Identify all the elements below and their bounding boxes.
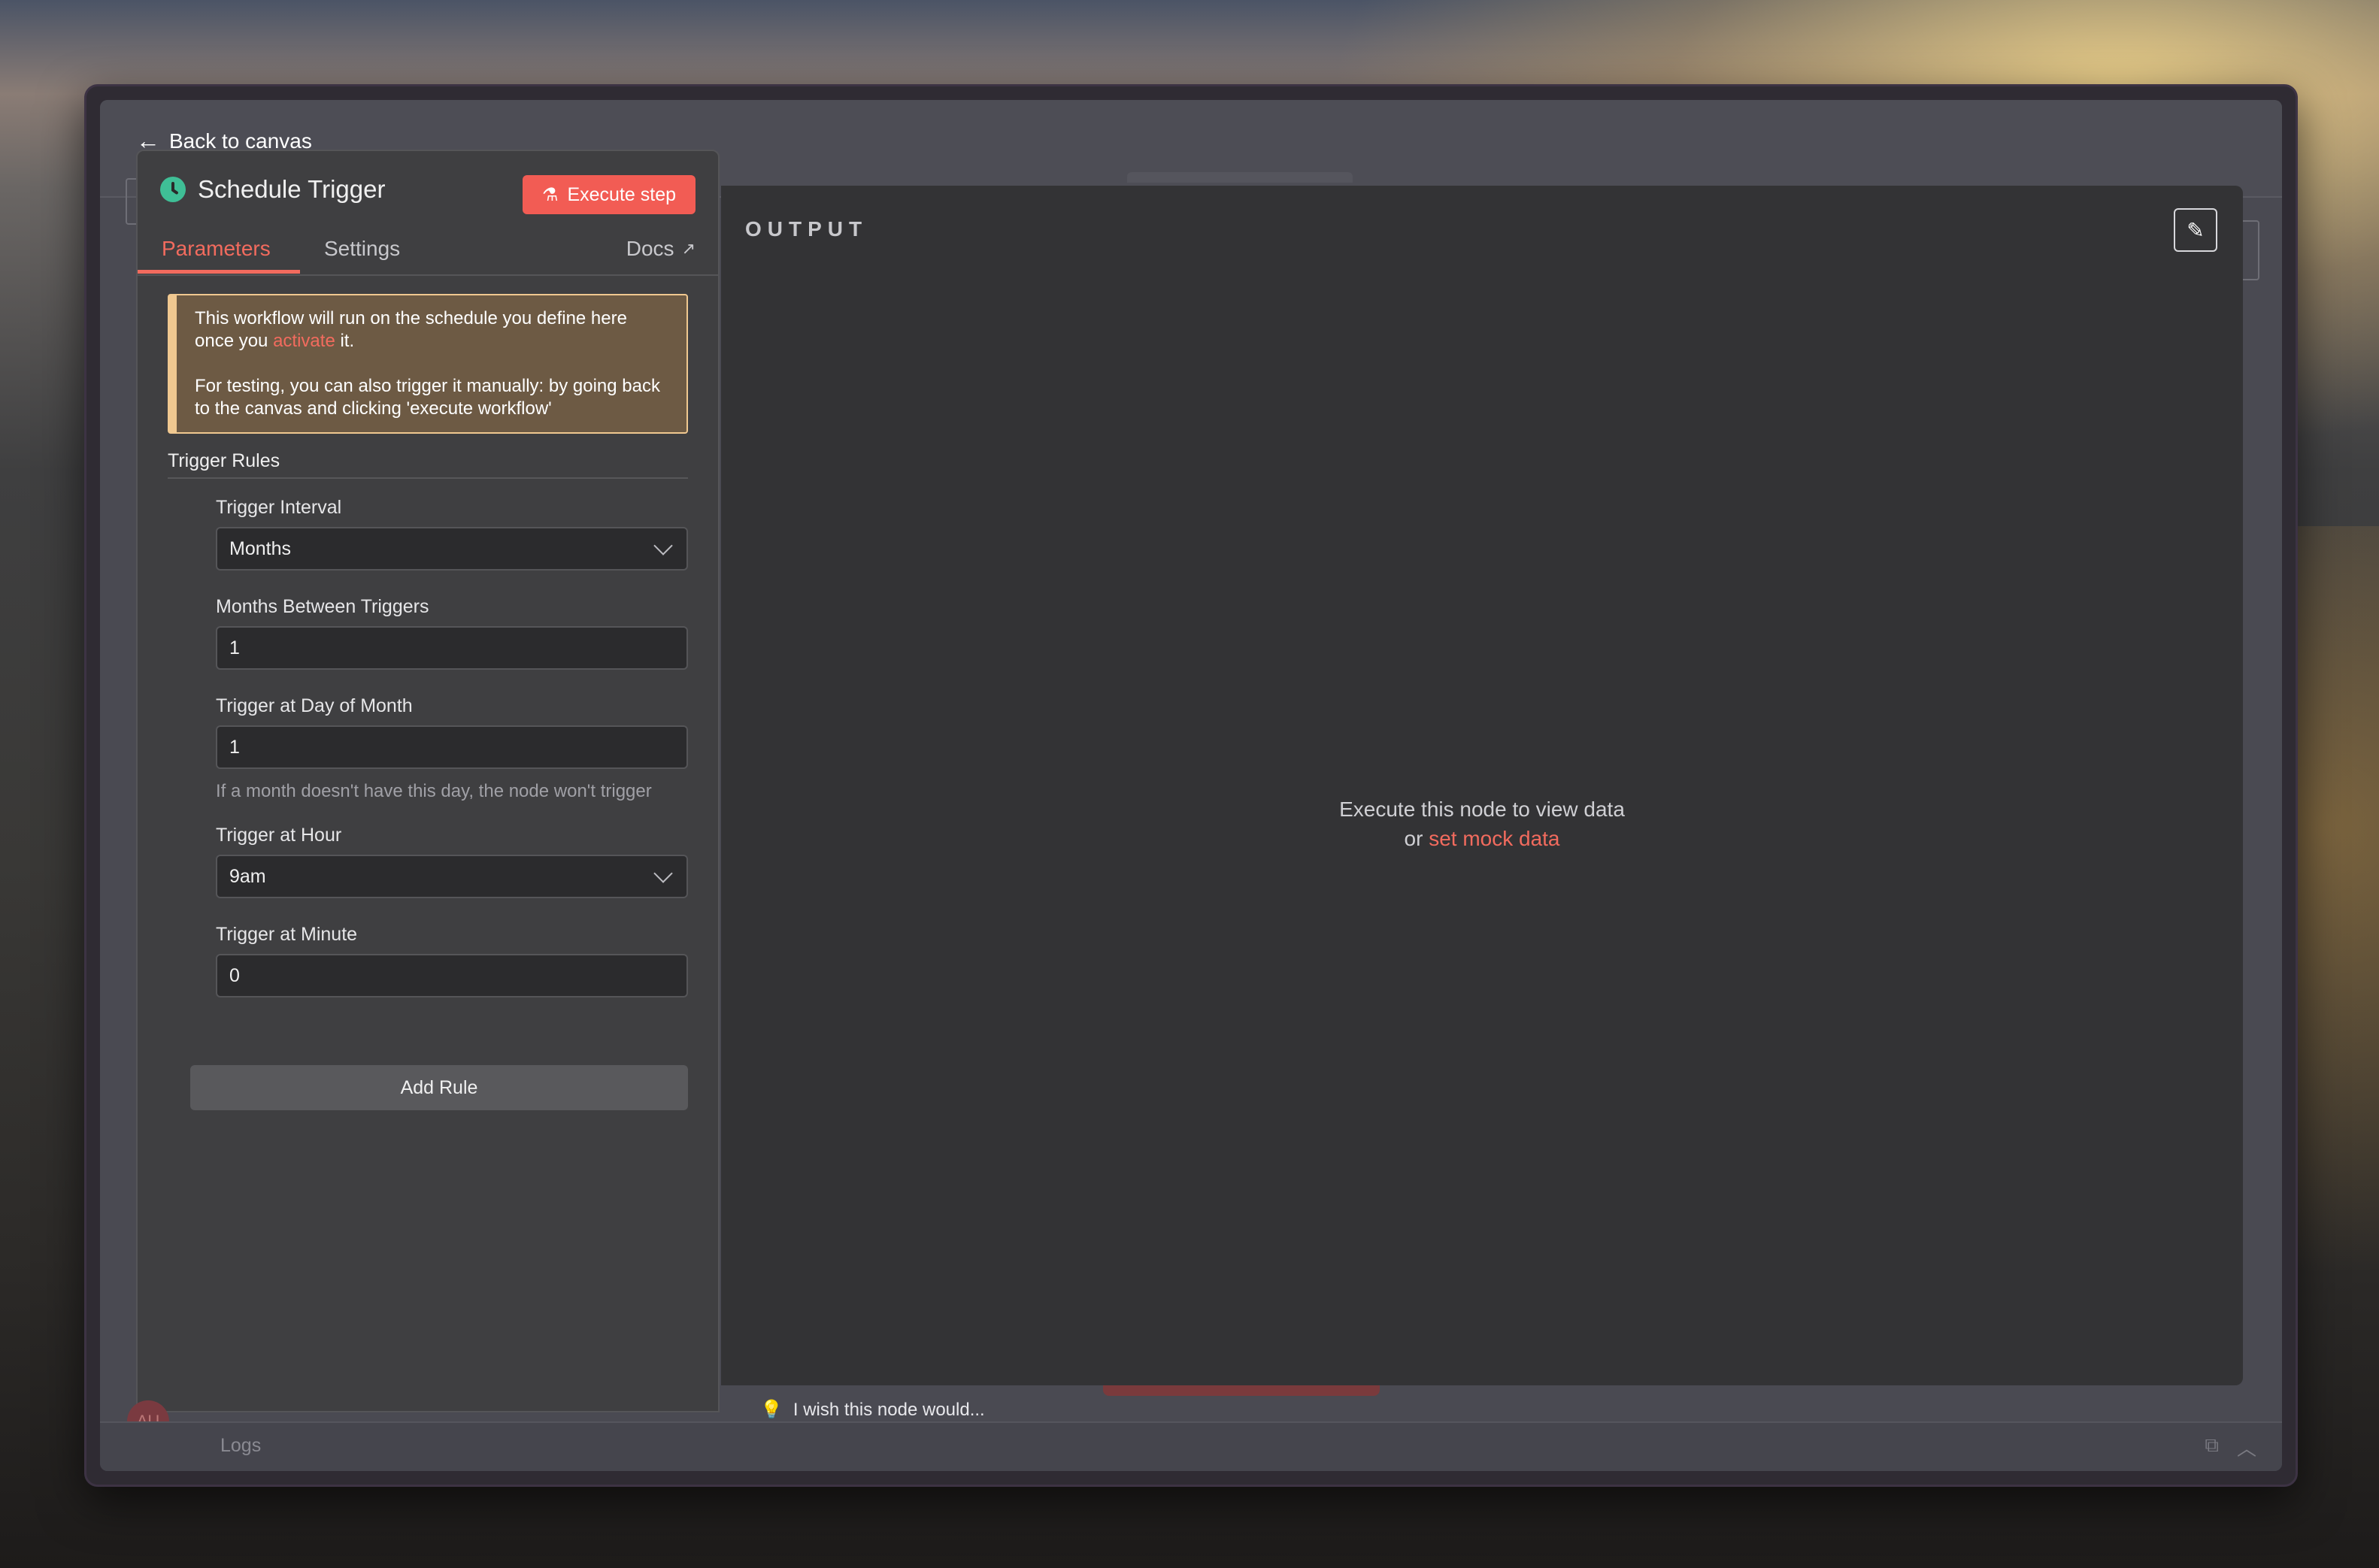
tab-parameters[interactable]: Parameters xyxy=(162,237,271,261)
schedule-notice: This workflow will run on the schedule y… xyxy=(168,294,688,434)
notice-text-end: it. xyxy=(335,331,355,351)
node-header: Schedule Trigger xyxy=(160,175,385,204)
section-divider xyxy=(168,477,688,479)
external-link-icon: ↗ xyxy=(681,239,696,258)
tab-settings[interactable]: Settings xyxy=(324,237,400,261)
notice-line-1: This workflow will run on the schedule y… xyxy=(195,307,668,353)
docs-link[interactable]: Docs ↗ xyxy=(626,237,696,261)
active-tab-underline xyxy=(138,270,300,274)
logs-controls: ⧉ ︿ xyxy=(2205,1433,2256,1461)
output-empty-state: Execute this node to view data or set mo… xyxy=(721,795,2243,853)
trigger-minute-label: Trigger at Minute xyxy=(216,924,358,945)
notice-line-2: For testing, you can also trigger it man… xyxy=(195,376,660,419)
day-of-month-hint: If a month doesn't have this day, the no… xyxy=(216,781,652,801)
empty-state-prefix: or xyxy=(1404,827,1429,850)
notice-text: This workflow will run on the schedule y… xyxy=(195,308,627,351)
lightbulb-icon: 💡 xyxy=(760,1400,783,1420)
node-title[interactable]: Schedule Trigger xyxy=(198,175,385,204)
feedback-label: I wish this node would... xyxy=(792,1399,985,1420)
trigger-rules-title: Trigger Rules xyxy=(168,450,280,471)
trigger-hour-select[interactable]: 9am xyxy=(216,855,688,898)
back-arrow-icon: ← xyxy=(136,127,160,154)
months-between-input[interactable]: 1 xyxy=(216,626,688,670)
logs-bar[interactable]: Logs ⧉ ︿ xyxy=(100,1421,2282,1471)
app-window: ← Back to canvas Schedule Trigger ⚗ Exec… xyxy=(84,84,2298,1487)
logs-label: Logs xyxy=(220,1435,262,1456)
output-panel: OUTPUT ✎ Execute this node to view data … xyxy=(721,186,2243,1385)
canvas-tab-indicator xyxy=(1127,172,1353,183)
trigger-hour-value: 9am xyxy=(229,865,266,887)
node-parameters-panel: Schedule Trigger ⚗ Execute step Paramete… xyxy=(136,150,720,1412)
docs-label: Docs xyxy=(626,237,674,260)
flask-icon: ⚗ xyxy=(541,184,559,205)
feedback-link[interactable]: 💡 I wish this node would... xyxy=(760,1399,985,1421)
activate-link[interactable]: activate xyxy=(273,331,335,351)
edit-output-button[interactable]: ✎ xyxy=(2174,208,2217,252)
panel-tabs: Parameters Settings Docs ↗ xyxy=(138,229,718,276)
add-rule-button[interactable]: Add Rule xyxy=(190,1065,688,1110)
chevron-down-icon xyxy=(653,864,673,883)
trigger-minute-value: 0 xyxy=(229,964,240,986)
execute-step-label: Execute step xyxy=(567,183,676,205)
trigger-hour-label: Trigger at Hour xyxy=(216,825,342,846)
chevron-down-icon xyxy=(653,536,673,555)
empty-state-line-2: or set mock data xyxy=(721,824,2243,853)
day-of-month-value: 1 xyxy=(229,736,240,758)
trigger-interval-value: Months xyxy=(229,537,291,559)
day-of-month-input[interactable]: 1 xyxy=(216,725,688,769)
trigger-interval-select[interactable]: Months xyxy=(216,527,688,571)
months-between-value: 1 xyxy=(229,637,240,658)
chevron-up-icon[interactable]: ︿ xyxy=(2237,1433,2256,1461)
months-between-label: Months Between Triggers xyxy=(216,596,429,617)
set-mock-data-link[interactable]: set mock data xyxy=(1429,827,1559,850)
pencil-icon: ✎ xyxy=(2187,218,2205,242)
back-to-canvas-link[interactable]: ← Back to canvas xyxy=(136,127,312,155)
trigger-minute-input[interactable]: 0 xyxy=(216,954,688,997)
empty-state-line-1: Execute this node to view data xyxy=(1339,798,1625,821)
trigger-interval-label: Trigger Interval xyxy=(216,497,342,518)
output-title: OUTPUT xyxy=(745,217,868,241)
popout-icon[interactable]: ⧉ xyxy=(2205,1433,2219,1461)
editor-canvas-area: ← Back to canvas Schedule Trigger ⚗ Exec… xyxy=(100,100,2282,1471)
back-to-canvas-label: Back to canvas xyxy=(169,129,312,153)
execute-step-button[interactable]: ⚗ Execute step xyxy=(522,175,696,214)
clock-icon xyxy=(160,177,186,202)
panel-resize-handle[interactable] xyxy=(1103,1385,1380,1396)
day-of-month-label: Trigger at Day of Month xyxy=(216,695,413,716)
